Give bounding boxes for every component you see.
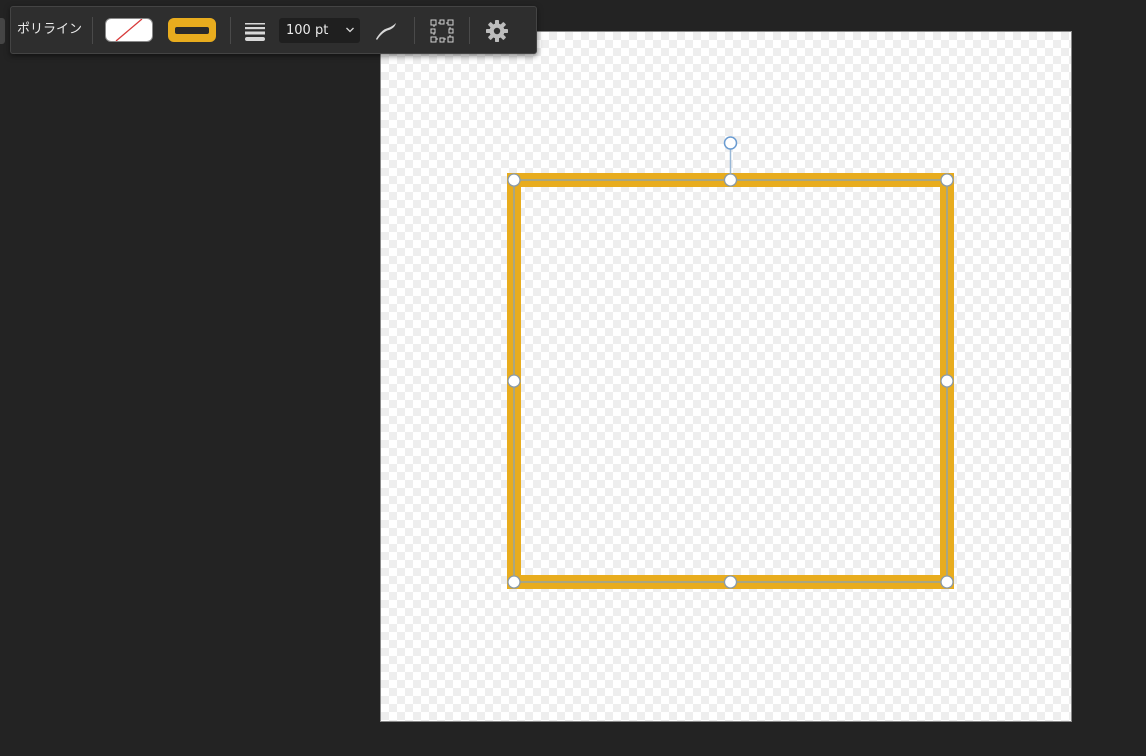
rotation-handle[interactable] [723, 136, 738, 150]
tool-name-label: ポリライン [17, 22, 83, 37]
left-panel-tab[interactable] [0, 18, 5, 44]
pressure-button[interactable] [372, 17, 400, 45]
app-window: ポリライン 100 pt [0, 0, 1146, 756]
toolbar-divider [230, 17, 231, 44]
document-canvas[interactable] [380, 31, 1072, 722]
transform-bounds-icon [430, 19, 454, 43]
stroke-preview [175, 26, 209, 34]
stroke-width-value: 100 pt [286, 23, 329, 38]
stroke-color-swatch[interactable] [168, 18, 216, 42]
line-weight-icon [245, 23, 265, 41]
handle-middle-left[interactable] [507, 374, 521, 388]
fill-color-swatch[interactable] [105, 18, 153, 42]
context-toolbar: ポリライン 100 pt [10, 6, 537, 54]
handle-middle-right[interactable] [940, 374, 954, 388]
handle-top-center[interactable] [723, 173, 738, 187]
handle-bottom-center[interactable] [723, 575, 738, 589]
no-fill-slash-icon [115, 19, 143, 41]
toolbar-divider [469, 17, 470, 44]
handle-bottom-left[interactable] [507, 575, 521, 589]
gear-icon [486, 20, 508, 42]
handle-top-right[interactable] [940, 173, 954, 187]
toolbar-divider [414, 17, 415, 44]
toolbar-divider [92, 17, 93, 44]
stroke-width-dropdown[interactable]: 100 pt [279, 18, 360, 43]
transform-mode-button[interactable] [428, 17, 456, 45]
chevron-down-icon [346, 27, 354, 33]
line-weight-button[interactable] [241, 17, 269, 45]
pressure-curve-icon [376, 23, 396, 40]
settings-button[interactable] [483, 17, 511, 45]
handle-bottom-right[interactable] [940, 575, 954, 589]
handle-top-left[interactable] [507, 173, 521, 187]
